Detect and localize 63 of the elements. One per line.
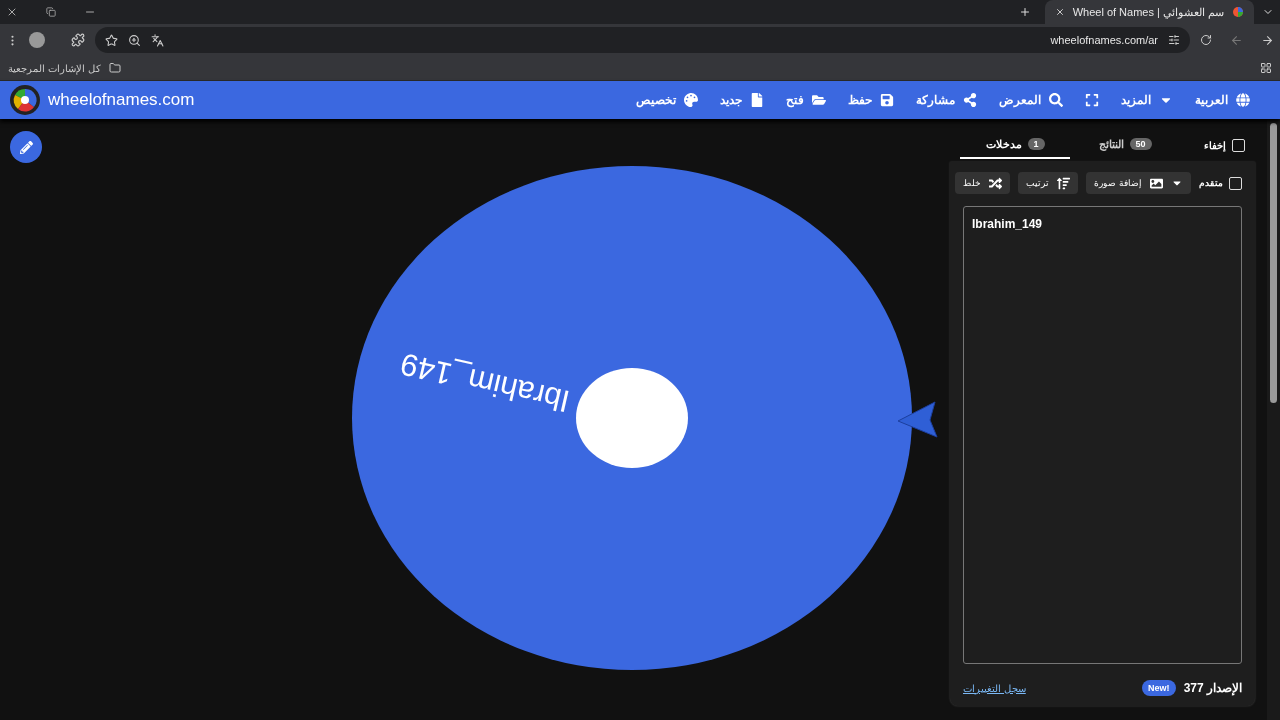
nav-button[interactable]: المعرض [999,93,1063,107]
nav-button[interactable]: المزيد [1121,93,1173,107]
new-tab-icon[interactable] [1018,6,1031,18]
restore-icon[interactable] [46,7,56,17]
toolbar-button[interactable]: إضافة صورة [1086,172,1191,194]
count-badge: 50 [1129,138,1152,150]
hide-label: إخفاء [1204,139,1226,151]
back-icon[interactable] [1230,33,1243,47]
hide-checkbox[interactable] [1232,138,1245,152]
extensions-icon[interactable] [71,33,85,47]
save-icon [880,93,894,107]
shuffle-icon [989,176,1003,190]
browser-tab[interactable]: Wheel of Names | سم العشوائي [1044,0,1254,24]
nav-button[interactable]: فتح [786,93,826,107]
image-icon [1150,176,1163,190]
file-icon [750,93,764,107]
pointer-icon [897,401,938,438]
advanced-label: متقدم [1199,178,1223,188]
nav-button[interactable]: جديد [720,93,764,107]
url-text: wheelofnames.com/ar [1050,34,1158,46]
share-icon [963,93,977,107]
wheel-icon [1232,6,1244,18]
version-text: الإصدار 377 [1183,681,1242,695]
globe-icon [1236,93,1250,107]
reload-icon[interactable] [1200,34,1212,46]
edit-button[interactable] [10,131,42,163]
nav-button[interactable]: مشاركة [916,93,977,107]
site-settings-icon[interactable] [1168,34,1180,46]
search-icon [1049,93,1063,107]
sort-icon [1057,176,1071,190]
tab-title: Wheel of Names | سم العشوائي [1072,5,1224,19]
close-icon[interactable] [6,6,18,18]
tab-label: النتائج [1098,137,1124,151]
zoom-icon[interactable] [128,33,141,47]
folder-icon [108,62,121,74]
avatar-icon[interactable] [29,32,45,48]
toolbar-button[interactable]: ترتيب [1018,172,1079,194]
wheel-center[interactable] [576,368,688,468]
count-badge: 1 [1027,138,1045,150]
new-badge: New! [1142,680,1176,696]
apps-icon[interactable] [1260,62,1272,74]
palette-icon [684,93,698,107]
entries-field[interactable]: Ibrahim_149 [963,206,1242,664]
scrollbar[interactable] [1267,119,1280,720]
advanced-checkbox[interactable] [1229,176,1242,190]
nav-button[interactable]: تخصيص [636,93,698,107]
tab-label: مدخلات [985,137,1022,151]
nav-button[interactable]: حفظ [848,93,894,107]
logo-icon[interactable] [10,85,40,115]
forward-icon[interactable] [1261,33,1274,47]
address-bar[interactable]: wheelofnames.com/ar [95,27,1190,53]
close-icon[interactable] [1054,7,1065,17]
fullscreen-icon [1085,93,1099,107]
toolbar-button[interactable]: خلط [955,172,1011,194]
changelog-link[interactable]: سجل التغييرات [963,682,1026,694]
nav-button[interactable]: العربية [1195,93,1250,107]
fullscreen-button[interactable] [1085,93,1099,107]
folder-icon [812,93,826,107]
star-icon[interactable] [105,33,118,47]
translate-icon[interactable] [151,33,164,47]
logo-text[interactable]: wheelofnames.com [48,90,195,110]
pencil-icon [19,140,33,154]
bookmarks-label[interactable]: كل الإشارات المرجعية [8,62,101,74]
